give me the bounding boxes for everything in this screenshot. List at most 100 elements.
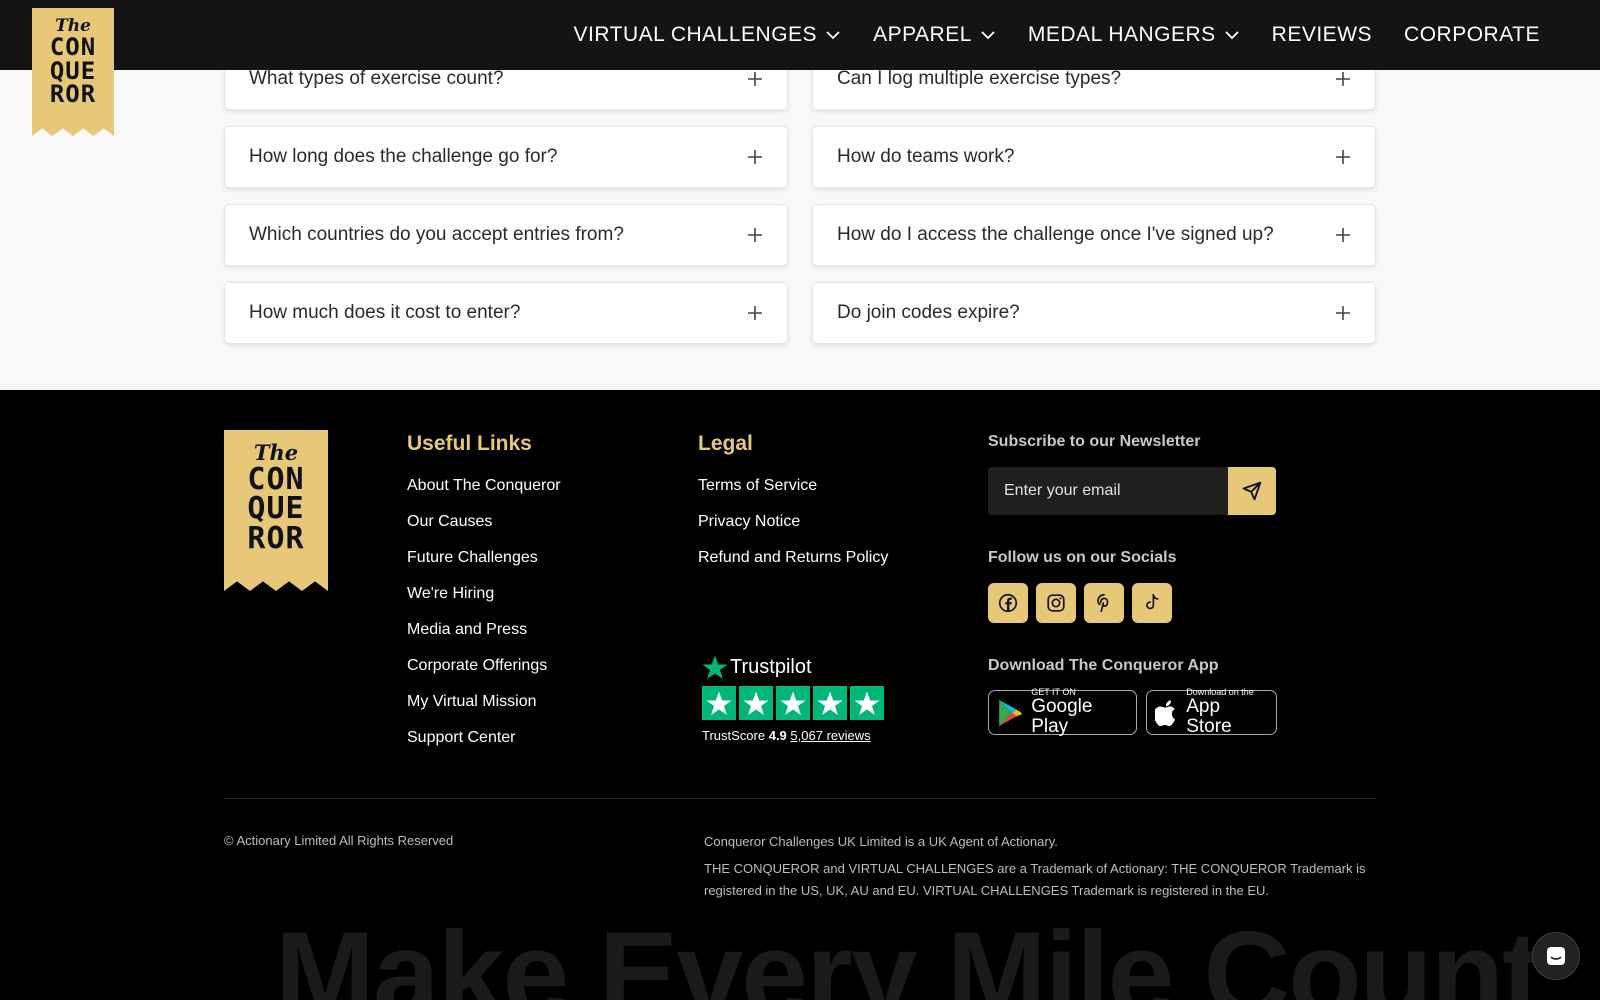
chevron-down-icon xyxy=(981,31,995,40)
logo-line: CON xyxy=(247,462,305,497)
copyright: © Actionary Limited All Rights Reserved xyxy=(224,833,454,848)
trustpilot-brand: Trustpilot xyxy=(730,655,812,678)
chat-launcher-button[interactable] xyxy=(1532,932,1580,980)
logo-line: CON xyxy=(49,33,97,61)
plus-icon xyxy=(748,72,762,86)
pinterest-icon xyxy=(1097,593,1109,613)
footer-link-hiring[interactable]: We're Hiring xyxy=(407,585,494,603)
footer-link-corporate[interactable]: Corporate Offerings xyxy=(407,657,547,675)
faq-item[interactable]: How do I access the challenge once I've … xyxy=(812,204,1376,266)
nav-label: VIRTUAL CHALLENGES xyxy=(573,23,818,46)
trustpilot-star-icon xyxy=(702,655,728,680)
faq-question: What types of exercise count? xyxy=(249,68,504,89)
nav-label: MEDAL HANGERS xyxy=(1027,23,1216,46)
plus-icon xyxy=(748,228,762,242)
tiktok-link[interactable] xyxy=(1132,583,1172,623)
nav-apparel[interactable]: APPAREL xyxy=(873,23,996,47)
instagram-link[interactable] xyxy=(1036,583,1076,623)
faq-item[interactable]: How do teams work? xyxy=(812,126,1376,188)
plus-icon xyxy=(1336,150,1350,164)
star-icon xyxy=(739,686,773,720)
footer-link-future-challenges[interactable]: Future Challenges xyxy=(407,549,538,567)
trustpilot-widget[interactable]: Trustpilot TrustScore 4.9 5,067 reviews xyxy=(702,654,886,743)
footer-link-virtual-mission[interactable]: My Virtual Mission xyxy=(407,693,537,711)
trustscore: TrustScore 4.9 5,067 reviews xyxy=(702,728,886,743)
star-icon xyxy=(776,686,810,720)
trademark-note: THE CONQUEROR and VIRTUAL CHALLENGES are… xyxy=(704,861,1366,898)
footer-link-causes[interactable]: Our Causes xyxy=(407,513,492,531)
google-play-icon xyxy=(999,699,1022,726)
tiktok-icon xyxy=(1146,593,1159,610)
faq-question: Do join codes expire? xyxy=(837,302,1020,323)
faq-question: Which countries do you accept entries fr… xyxy=(249,224,624,245)
nav-corporate[interactable]: CORPORATE xyxy=(1404,23,1540,47)
facebook-icon xyxy=(998,593,1018,613)
footer-logo[interactable]: The CON QUE ROR xyxy=(224,430,328,591)
faq-item[interactable]: How long does the challenge go for? xyxy=(224,126,788,188)
star-icon xyxy=(850,686,884,720)
trustscore-label: TrustScore xyxy=(702,728,766,743)
app-store-big: App Store xyxy=(1186,696,1232,737)
footer-link-support[interactable]: Support Center xyxy=(407,729,516,747)
footer-link-about[interactable]: About The Conqueror xyxy=(407,477,561,495)
social-links xyxy=(988,583,1172,623)
trustpilot-logo: Trustpilot xyxy=(702,654,886,680)
footer-link-privacy[interactable]: Privacy Notice xyxy=(698,513,800,531)
footer-link-refunds[interactable]: Refund and Returns Policy xyxy=(698,549,888,567)
faq-item[interactable]: How much does it cost to enter? xyxy=(224,282,788,344)
footer-slogan: Make Every Mile Count xyxy=(275,907,1542,1000)
trustpilot-stars xyxy=(702,686,886,720)
faq-item[interactable]: Which countries do you accept entries fr… xyxy=(224,204,788,266)
nav-label: CORPORATE xyxy=(1404,23,1540,46)
nav-medal-hangers[interactable]: MEDAL HANGERS xyxy=(1028,23,1240,47)
faq-question: How much does it cost to enter? xyxy=(249,302,521,323)
top-navbar: VIRTUAL CHALLENGES APPAREL MEDAL HANGERS… xyxy=(0,0,1600,70)
useful-links-title: Useful Links xyxy=(407,432,532,455)
faq-question: How do I access the challenge once I've … xyxy=(837,224,1274,245)
main-nav: VIRTUAL CHALLENGES APPAREL MEDAL HANGERS… xyxy=(573,0,1540,70)
instagram-icon xyxy=(1047,594,1065,612)
google-play-big: Google Play xyxy=(1031,696,1093,737)
plus-icon xyxy=(1336,306,1350,320)
star-icon xyxy=(702,686,736,720)
email-input[interactable] xyxy=(988,467,1228,515)
trustscore-value: 4.9 xyxy=(768,728,787,743)
subscribe-button[interactable] xyxy=(1228,467,1276,515)
plus-icon xyxy=(748,150,762,164)
nav-virtual-challenges[interactable]: VIRTUAL CHALLENGES xyxy=(573,23,841,47)
plus-icon xyxy=(748,306,762,320)
faq-question: How do teams work? xyxy=(837,146,1015,167)
chat-icon xyxy=(1547,947,1565,965)
footer-link-terms[interactable]: Terms of Service xyxy=(698,477,817,495)
nav-label: APPAREL xyxy=(873,23,972,46)
send-icon xyxy=(1242,481,1262,501)
trustpilot-reviews-link[interactable]: 5,067 reviews xyxy=(790,728,870,743)
header-logo[interactable]: The CON QUE ROR xyxy=(32,8,114,136)
plus-icon xyxy=(1336,72,1350,86)
faq-question: How long does the challenge go for? xyxy=(249,146,558,167)
logo-line: ROR xyxy=(247,520,305,556)
apple-icon xyxy=(1155,699,1176,726)
star-icon xyxy=(813,686,847,720)
faq-question: Can I log multiple exercise types? xyxy=(837,68,1122,89)
pinterest-link[interactable] xyxy=(1084,583,1124,623)
chevron-down-icon xyxy=(826,31,840,40)
faq-item[interactable]: Do join codes expire? xyxy=(812,282,1376,344)
nav-reviews[interactable]: REVIEWS xyxy=(1272,23,1372,47)
chevron-down-icon xyxy=(1225,31,1239,40)
app-store-badge[interactable]: Download on the App Store xyxy=(1146,688,1277,737)
newsletter-form xyxy=(988,467,1276,515)
app-label: Download The Conqueror App xyxy=(988,657,1219,674)
newsletter-label: Subscribe to our Newsletter xyxy=(988,433,1201,450)
logo-line: ROR xyxy=(49,80,97,109)
footer-link-media[interactable]: Media and Press xyxy=(407,621,527,639)
legal-title: Legal xyxy=(698,432,753,455)
logo-line: QUE xyxy=(247,491,305,527)
footer-divider xyxy=(224,798,1376,799)
facebook-link[interactable] xyxy=(988,583,1028,623)
socials-label: Follow us on our Socials xyxy=(988,549,1177,566)
nav-label: REVIEWS xyxy=(1271,23,1373,46)
plus-icon xyxy=(1336,228,1350,242)
google-play-badge[interactable]: GET IT ON Google Play xyxy=(988,688,1137,737)
legal-note: Conqueror Challenges UK Limited is a UK … xyxy=(704,834,1058,849)
